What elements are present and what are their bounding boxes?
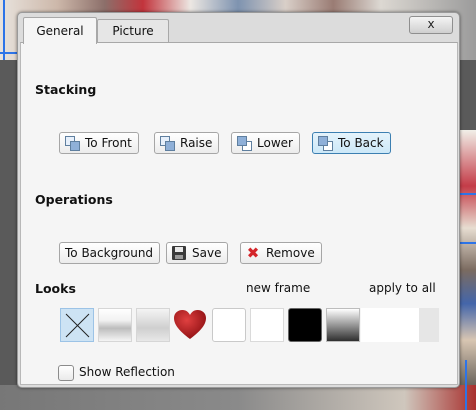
save-button[interactable]: Save: [166, 242, 229, 264]
to-back-button[interactable]: To Back: [312, 132, 391, 154]
to-front-button[interactable]: To Front: [59, 132, 139, 154]
bring-to-front-icon: [65, 136, 80, 151]
remove-button[interactable]: ✖ Remove: [240, 242, 322, 264]
to-background-button[interactable]: To Background: [59, 242, 161, 264]
stacking-title: Stacking: [35, 82, 97, 97]
lower-icon: [237, 136, 252, 151]
look-gradient-dark-swatch[interactable]: [326, 308, 360, 342]
lower-button[interactable]: Lower: [231, 132, 300, 154]
tab-picture[interactable]: Picture: [97, 19, 169, 43]
look-white-rounded-swatch[interactable]: [212, 308, 246, 342]
close-button[interactable]: x: [409, 16, 453, 34]
guide-line: [3, 0, 5, 60]
save-icon: [172, 246, 186, 260]
to-front-label: To Front: [85, 136, 132, 150]
raise-icon: [160, 136, 175, 151]
no-frame-icon: [65, 313, 90, 338]
remove-label: Remove: [266, 246, 315, 260]
remove-icon: ✖: [246, 244, 260, 262]
guide-line: [465, 360, 467, 410]
to-back-label: To Back: [338, 136, 384, 150]
show-reflection-checkbox[interactable]: [58, 365, 74, 381]
look-blank-swatch[interactable]: [361, 308, 419, 342]
raise-label: Raise: [180, 136, 213, 150]
heart-icon: [174, 310, 206, 339]
looks-title: Looks: [35, 281, 76, 296]
tab-general[interactable]: General: [23, 17, 97, 44]
send-to-back-icon: [318, 136, 333, 151]
show-reflection-label[interactable]: Show Reflection: [79, 365, 175, 379]
to-background-label: To Background: [65, 246, 154, 260]
look-black-swatch[interactable]: [288, 308, 322, 342]
look-gradient-gray-swatch[interactable]: [136, 308, 170, 342]
looks-scroll-edge[interactable]: [419, 308, 439, 342]
operations-title: Operations: [35, 192, 113, 207]
frame-settings-dialog: x General Picture Stacking To Front Rais…: [17, 12, 460, 388]
look-gradient-light-swatch[interactable]: [98, 308, 132, 342]
save-label: Save: [192, 246, 222, 260]
look-none-swatch[interactable]: [60, 308, 94, 342]
new-frame-label: new frame: [246, 281, 311, 295]
lower-label: Lower: [257, 136, 293, 150]
apply-to-all-label: apply to all: [369, 281, 436, 295]
look-white-swatch[interactable]: [250, 308, 284, 342]
raise-button[interactable]: Raise: [154, 132, 220, 154]
background-photo: [0, 385, 476, 410]
look-heart-swatch[interactable]: [173, 308, 207, 342]
